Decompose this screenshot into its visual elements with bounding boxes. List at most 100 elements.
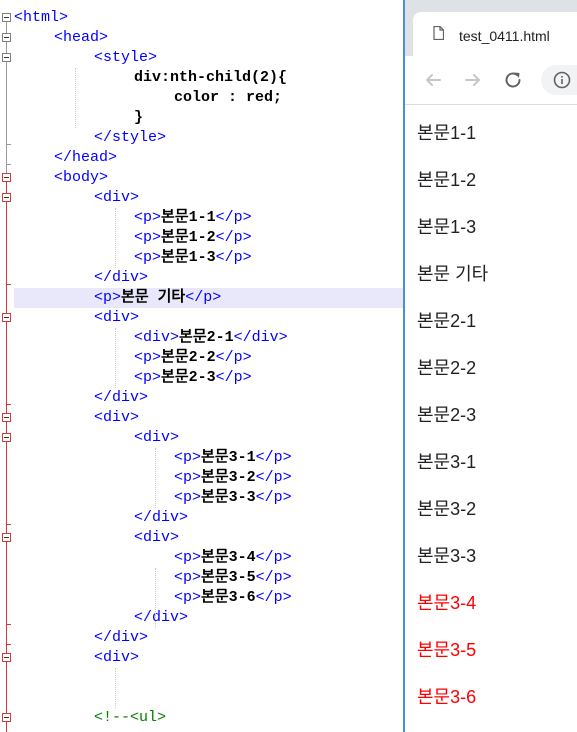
page-content: 본문1-1 본문1-2 본문1-3 본문 기타 본문2-1 본문2-2 본문2-3 본문3-1… — [405, 105, 577, 732]
code-tag: </style> — [94, 129, 167, 146]
code-line[interactable]: <p>본문3-5</p> — [14, 568, 404, 588]
code-line[interactable]: </div> — [14, 268, 404, 288]
tab-title: test_0411.html — [459, 28, 550, 44]
code-text: 본문3-6 — [201, 589, 256, 606]
code-line[interactable]: <div>본문2-1</div> — [14, 328, 404, 348]
rendered-paragraph: 본문3-4 — [417, 593, 477, 613]
code-tag: </p> — [185, 289, 222, 306]
code-line[interactable]: </div> — [14, 508, 404, 528]
fold-toggle[interactable] — [2, 33, 11, 42]
code-line[interactable]: <body> — [14, 168, 404, 188]
code-line[interactable]: <!--<ul> — [14, 708, 404, 728]
browser-tab[interactable]: test_0411.html — [413, 12, 577, 56]
code-line[interactable]: <p>본문2-3</p> — [14, 368, 404, 388]
code-tag: <p> — [174, 589, 202, 606]
code-line[interactable]: <div> — [14, 408, 404, 428]
fold-end-marker — [6, 524, 11, 525]
code-tag: <p> — [174, 449, 202, 466]
code-tag: </div> — [94, 269, 149, 286]
code-line[interactable]: <p>본문1-1</p> — [14, 208, 404, 228]
fold-toggle[interactable] — [2, 13, 11, 22]
fold-end-marker — [6, 624, 11, 625]
code-line[interactable]: </div> — [14, 608, 404, 628]
indent-guide — [155, 568, 156, 628]
code-tag: </div> — [94, 389, 149, 406]
code-line[interactable]: <div> — [14, 528, 404, 548]
code-line[interactable] — [14, 668, 404, 688]
code-line[interactable]: <html> — [14, 8, 404, 28]
code-tag: </p> — [255, 489, 292, 506]
code-tag: <p> — [174, 469, 202, 486]
code-line[interactable]: <p>본문2-2</p> — [14, 348, 404, 368]
rendered-paragraph: 본문2-2 — [417, 358, 477, 378]
code-line[interactable]: <div> — [14, 428, 404, 448]
code-tag: </p> — [215, 209, 252, 226]
back-arrow-icon[interactable] — [421, 68, 445, 92]
fold-toggle[interactable] — [2, 653, 11, 662]
code-tag: <p> — [134, 249, 162, 266]
code-line[interactable]: } — [14, 108, 404, 128]
code-text: 본문 기타 — [121, 289, 186, 306]
code-text: 본문3-2 — [201, 469, 256, 486]
rendered-paragraph: 본문1-1 — [417, 123, 477, 143]
code-line[interactable]: <div> — [14, 648, 404, 668]
fold-end-marker — [6, 144, 11, 145]
code-line[interactable]: <p>본문3-4</p> — [14, 548, 404, 568]
address-bar[interactable] — [541, 65, 577, 95]
reload-icon[interactable] — [501, 68, 525, 92]
code-line[interactable]: </div> — [14, 628, 404, 648]
tab-bar: test_0411.html — [405, 0, 577, 56]
fold-toggle[interactable] — [2, 313, 11, 322]
code-line[interactable]: </style> — [14, 128, 404, 148]
rendered-paragraph: 본문3-3 — [417, 546, 477, 566]
code-line[interactable]: div:nth-child(2){ — [14, 68, 404, 88]
code-tag: <div> — [134, 429, 180, 446]
code-line[interactable]: </head> — [14, 148, 404, 168]
code-tag: <div> — [94, 409, 140, 426]
code-text: color : red; — [174, 89, 283, 106]
code-tag: <body> — [54, 169, 109, 186]
code-tag: </p> — [255, 469, 292, 486]
fold-toggle[interactable] — [2, 713, 11, 722]
code-line[interactable]: </div> — [14, 388, 404, 408]
rendered-paragraph: 본문1-3 — [417, 217, 477, 237]
fold-toggle[interactable] — [2, 433, 11, 442]
code-line[interactable]: <p>본문3-6</p> — [14, 588, 404, 608]
code-line[interactable]: <style> — [14, 48, 404, 68]
code-editor[interactable]: <html> <head> <style> div:nth-child(2){colo… — [0, 0, 404, 732]
code-tag: </p> — [215, 229, 252, 246]
fold-toggle[interactable] — [2, 533, 11, 542]
code-tag: </div> — [94, 629, 149, 646]
code-tag: </p> — [215, 369, 252, 386]
code-line[interactable]: <div> — [14, 188, 404, 208]
info-icon[interactable] — [553, 71, 571, 89]
code-line[interactable]: <p>본문3-2</p> — [14, 468, 404, 488]
indent-guide — [75, 68, 76, 128]
rendered-paragraph: 본문2-1 — [417, 311, 477, 331]
code-line[interactable]: <p>본문1-2</p> — [14, 228, 404, 248]
fold-toggle[interactable] — [2, 53, 11, 62]
forward-arrow-icon[interactable] — [461, 68, 485, 92]
code-line[interactable] — [14, 688, 404, 708]
code-tag: <style> — [94, 49, 158, 66]
code-line[interactable]: <p>본문3-3</p> — [14, 488, 404, 508]
fold-toggle[interactable] — [2, 413, 11, 422]
rendered-paragraph: 본문2-3 — [417, 405, 477, 425]
rendered-paragraph: 본문 기타 — [417, 264, 489, 284]
code-text: 본문1-1 — [161, 209, 216, 226]
code-tag: <div> — [134, 529, 180, 546]
code-text: 본문2-2 — [161, 349, 216, 366]
code-line[interactable]: <p>본문 기타</p> — [14, 288, 404, 308]
code-line[interactable]: <p>본문1-3</p> — [14, 248, 404, 268]
code-tag: <p> — [134, 369, 162, 386]
code-tag: <p> — [174, 489, 202, 506]
code-line[interactable]: <head> — [14, 28, 404, 48]
fold-toggle[interactable] — [2, 173, 11, 182]
fold-toggle[interactable] — [2, 193, 11, 202]
code-line[interactable]: <div> — [14, 308, 404, 328]
code-text: } — [134, 109, 144, 126]
code-line[interactable]: <p>본문3-1</p> — [14, 448, 404, 468]
code-tag: </p> — [215, 249, 252, 266]
code-line[interactable]: color : red; — [14, 88, 404, 108]
code-tag: <div> — [94, 309, 140, 326]
